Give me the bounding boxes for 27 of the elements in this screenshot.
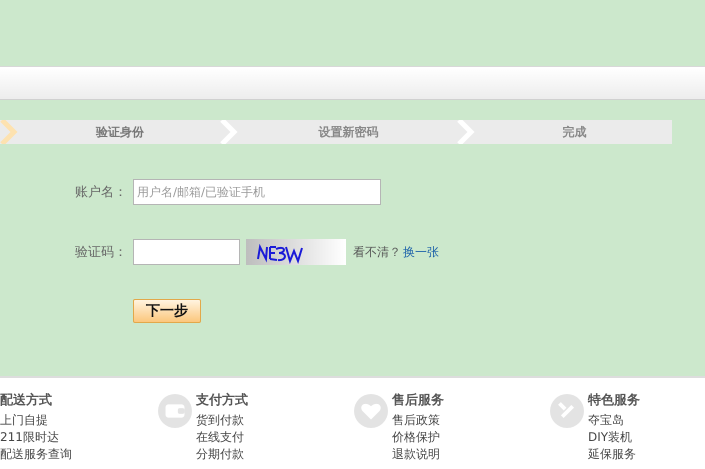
footer-link[interactable]: 货到付款 [196, 412, 248, 429]
captcha-hint: 看不清？ [353, 244, 401, 260]
wallet-icon [158, 394, 192, 428]
step-label: 完成 [562, 124, 588, 140]
footer-link[interactable]: 售后政策 [392, 412, 444, 429]
footer-heading: 特色服务 [588, 392, 640, 410]
account-label: 账户名： [75, 184, 128, 201]
step-label: 验证身份 [94, 124, 145, 140]
footer-link[interactable]: 上门自提 [0, 412, 72, 429]
footer-link[interactable]: DIY装机 [588, 429, 640, 446]
footer-link[interactable]: 退款说明 [392, 446, 444, 463]
footer-heading: 售后服务 [392, 392, 444, 410]
step-label: 设置新密码 [317, 124, 380, 140]
footer-link[interactable]: 夺宝岛 [588, 412, 640, 429]
footer-link[interactable]: 延保服务 [588, 446, 640, 463]
captcha-input-field[interactable] [133, 239, 240, 265]
refresh-captcha-link[interactable]: 换一张 [403, 244, 439, 260]
footer-link[interactable]: 价格保护 [392, 429, 444, 446]
next-step-button[interactable]: 下一步 [133, 299, 201, 323]
account-input-field[interactable]: 用户名/邮箱/已验证手机 [133, 179, 381, 205]
footer-link[interactable]: 在线支付 [196, 429, 248, 446]
footer-link[interactable]: 211限时达 [0, 429, 72, 446]
footer-link[interactable]: 分期付款 [196, 446, 248, 463]
footer-link[interactable]: 配送服务查询 [0, 446, 72, 463]
footer-heading: 配送方式 [0, 392, 53, 410]
footer-heading: 支付方式 [196, 392, 248, 410]
captcha-label: 验证码： [75, 244, 128, 261]
